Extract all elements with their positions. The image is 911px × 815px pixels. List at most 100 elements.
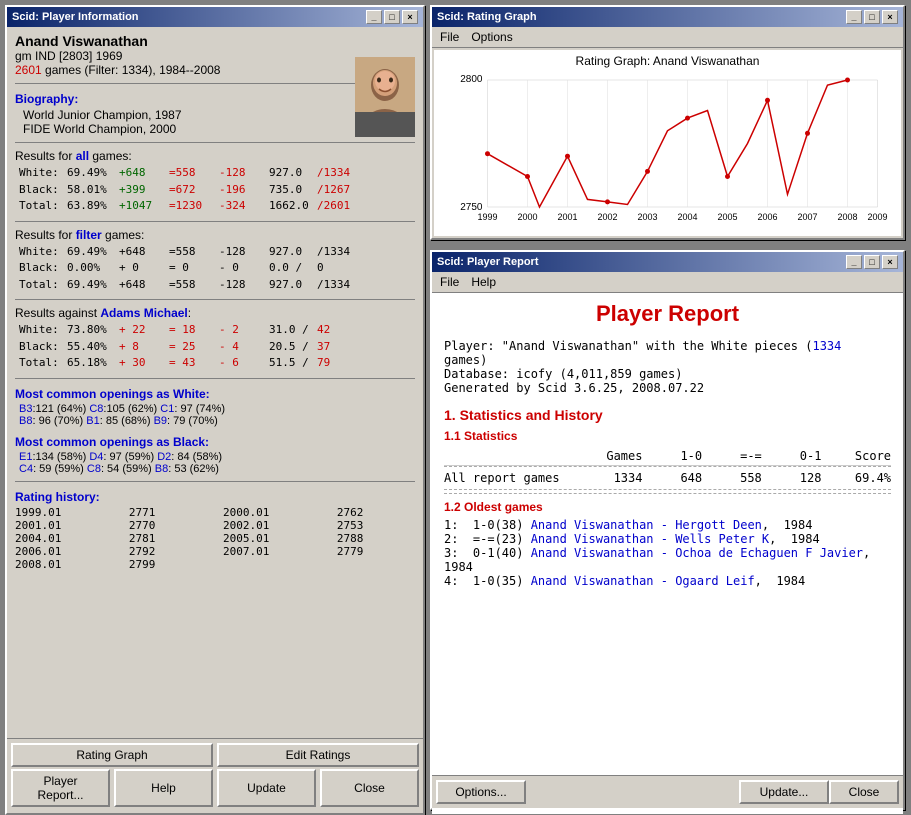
report-content: Player Report Player: "Anand Viswanathan… (432, 293, 903, 814)
oldest-games-list: 1: 1-0(38) Anand Viswanathan - Hergott D… (444, 518, 891, 588)
svg-text:2001: 2001 (557, 212, 577, 222)
titlebar-buttons: _ □ × (366, 10, 418, 24)
svg-text:2006: 2006 (757, 212, 777, 222)
report-options-button[interactable]: Options... (436, 780, 526, 804)
results-against-label: Results against Adams Michael: (15, 306, 415, 320)
rating-graph-title: Scid: Rating Graph (437, 11, 537, 23)
openings-black-2: C4: 59 (59%) C8: 54 (59%) B8: 53 (62%) (19, 463, 415, 475)
pr-minimize-button[interactable]: _ (846, 255, 862, 269)
player-info-title: Scid: Player Information (12, 11, 139, 23)
col-header-games: Games (593, 449, 643, 463)
player-report-window: Scid: Player Report _ □ × File Help Play… (430, 250, 905, 810)
player-info-window: Scid: Player Information _ □ × Anand Vis… (5, 5, 425, 815)
games-label: games (Filter: 1334), 1984--2008 (45, 63, 220, 77)
close-button[interactable]: × (402, 10, 418, 24)
report-title: Player Report (444, 301, 891, 327)
openings-white-1: B3:121 (64%) C8:105 (62%) C1: 97 (74%) (19, 403, 415, 415)
player-photo (355, 57, 415, 137)
report-generated-line: Generated by Scid 3.6.25, 2008.07.22 (444, 381, 704, 395)
svg-text:2003: 2003 (637, 212, 657, 222)
player-country: IND (35, 49, 56, 63)
results-filter-label: Results for filter games: (15, 228, 415, 242)
help-button[interactable]: Help (114, 769, 213, 807)
report-bottom-buttons: Options... Update... Close (432, 775, 903, 808)
col-header-draw: =-= (722, 449, 762, 463)
rating-graph-area: 2800 2750 1999 2000 2001 (438, 72, 897, 227)
report-row-win: 648 (662, 471, 702, 485)
svg-text:2004: 2004 (677, 212, 697, 222)
rating-graph-svg: 2800 2750 1999 2000 2001 (438, 72, 897, 222)
rg-menu-options[interactable]: Options (465, 28, 518, 46)
rg-minimize-button[interactable]: _ (846, 10, 862, 24)
rg-maximize-button[interactable]: □ (864, 10, 880, 24)
svg-text:2005: 2005 (717, 212, 737, 222)
report-games-link[interactable]: 1334 (812, 339, 841, 353)
player-report-menubar: File Help (432, 272, 903, 293)
graph-title: Rating Graph: Anand Viswanathan (438, 54, 897, 68)
report-section-1: 1. Statistics and History (444, 407, 891, 423)
rating-graph-titlebar: Scid: Rating Graph _ □ × (432, 7, 903, 27)
svg-text:2008: 2008 (837, 212, 857, 222)
report-meta: Player: "Anand Viswanathan" with the Whi… (444, 339, 891, 395)
svg-text:2800: 2800 (460, 74, 483, 85)
col-header-score: Score (841, 449, 891, 463)
maximize-button[interactable]: □ (384, 10, 400, 24)
results-filter-table: White: 69.49% +648 =558 -128 927.0 /1334… (19, 244, 415, 294)
player-info-buttons: Rating Graph Edit Ratings Player Report.… (7, 738, 423, 813)
player-rating: [2803] (59, 49, 92, 63)
svg-text:2000: 2000 (517, 212, 537, 222)
player-report-titlebar: Scid: Player Report _ □ × (432, 252, 903, 272)
game-link-4[interactable]: Anand Viswanathan - Ogaard Leif (531, 574, 755, 588)
results-all-label: Results for all games: (15, 149, 415, 163)
rating-history-table: 1999.0127712000.012762 2001.0127702002.0… (15, 506, 415, 571)
pr-titlebar-buttons: _ □ × (846, 255, 898, 269)
col-header-win: 1-0 (662, 449, 702, 463)
update-button[interactable]: Update (217, 769, 316, 807)
report-close-button[interactable]: Close (829, 780, 899, 804)
player-name: Anand Viswanathan (15, 33, 415, 49)
edit-ratings-button[interactable]: Edit Ratings (217, 743, 419, 767)
report-section-11: 1.1 Statistics (444, 429, 891, 443)
close-player-info-button[interactable]: Close (320, 769, 419, 807)
game-link-2[interactable]: Anand Viswanathan - Wells Peter K (531, 532, 769, 546)
results-against-table: White: 73.80% + 22 = 18 - 2 31.0 / 42 Bl… (19, 322, 415, 372)
rating-graph-window: Scid: Rating Graph _ □ × File Options Ra… (430, 5, 905, 240)
results-all-table: White: 69.49% +648 =558 -128 927.0 /1334… (19, 165, 415, 215)
player-report-title: Scid: Player Report (437, 256, 538, 268)
report-section-12: 1.2 Oldest games (444, 500, 891, 514)
report-row-games: 1334 (593, 471, 643, 485)
openings-white-label: Most common openings as White: (15, 387, 415, 401)
report-row-score: 69.4% (841, 471, 891, 485)
col-header-loss: 0-1 (782, 449, 822, 463)
games-count: 2601 (15, 63, 42, 77)
report-row-label: All report games (444, 471, 573, 485)
pr-close-button[interactable]: × (882, 255, 898, 269)
svg-text:2009: 2009 (867, 212, 887, 222)
openings-black-label: Most common openings as Black: (15, 435, 415, 449)
pr-menu-help[interactable]: Help (465, 273, 502, 291)
player-report-button[interactable]: Player Report... (11, 769, 110, 807)
report-row-draw: 558 (722, 471, 762, 485)
player-year: 1969 (96, 49, 123, 63)
openings-black-1: E1:134 (58%) D4: 97 (59%) D2: 84 (58%) (19, 451, 415, 463)
rg-close-button[interactable]: × (882, 10, 898, 24)
rating-graph-button[interactable]: Rating Graph (11, 743, 213, 767)
svg-text:1999: 1999 (477, 212, 497, 222)
rg-menu-file[interactable]: File (434, 28, 465, 46)
player-info-titlebar: Scid: Player Information _ □ × (7, 7, 423, 27)
minimize-button[interactable]: _ (366, 10, 382, 24)
rating-history-label: Rating history: (15, 490, 415, 504)
svg-text:2002: 2002 (597, 212, 617, 222)
svg-text:2007: 2007 (797, 212, 817, 222)
pr-menu-file[interactable]: File (434, 273, 465, 291)
game-link-3[interactable]: Anand Viswanathan - Ochoa de Echaguen F … (531, 546, 863, 560)
rating-graph-menubar: File Options (432, 27, 903, 48)
rg-titlebar-buttons: _ □ × (846, 10, 898, 24)
player-title-gm: gm (15, 49, 32, 63)
game-link-1[interactable]: Anand Viswanathan - Hergott Deen (531, 518, 762, 532)
report-update-button[interactable]: Update... (739, 780, 829, 804)
openings-white-2: B8: 96 (70%) B1: 85 (68%) B9: 79 (70%) (19, 415, 415, 427)
report-database-line: Database: icofy (4,011,859 games) (444, 367, 682, 381)
pr-maximize-button[interactable]: □ (864, 255, 880, 269)
report-row-loss: 128 (782, 471, 822, 485)
